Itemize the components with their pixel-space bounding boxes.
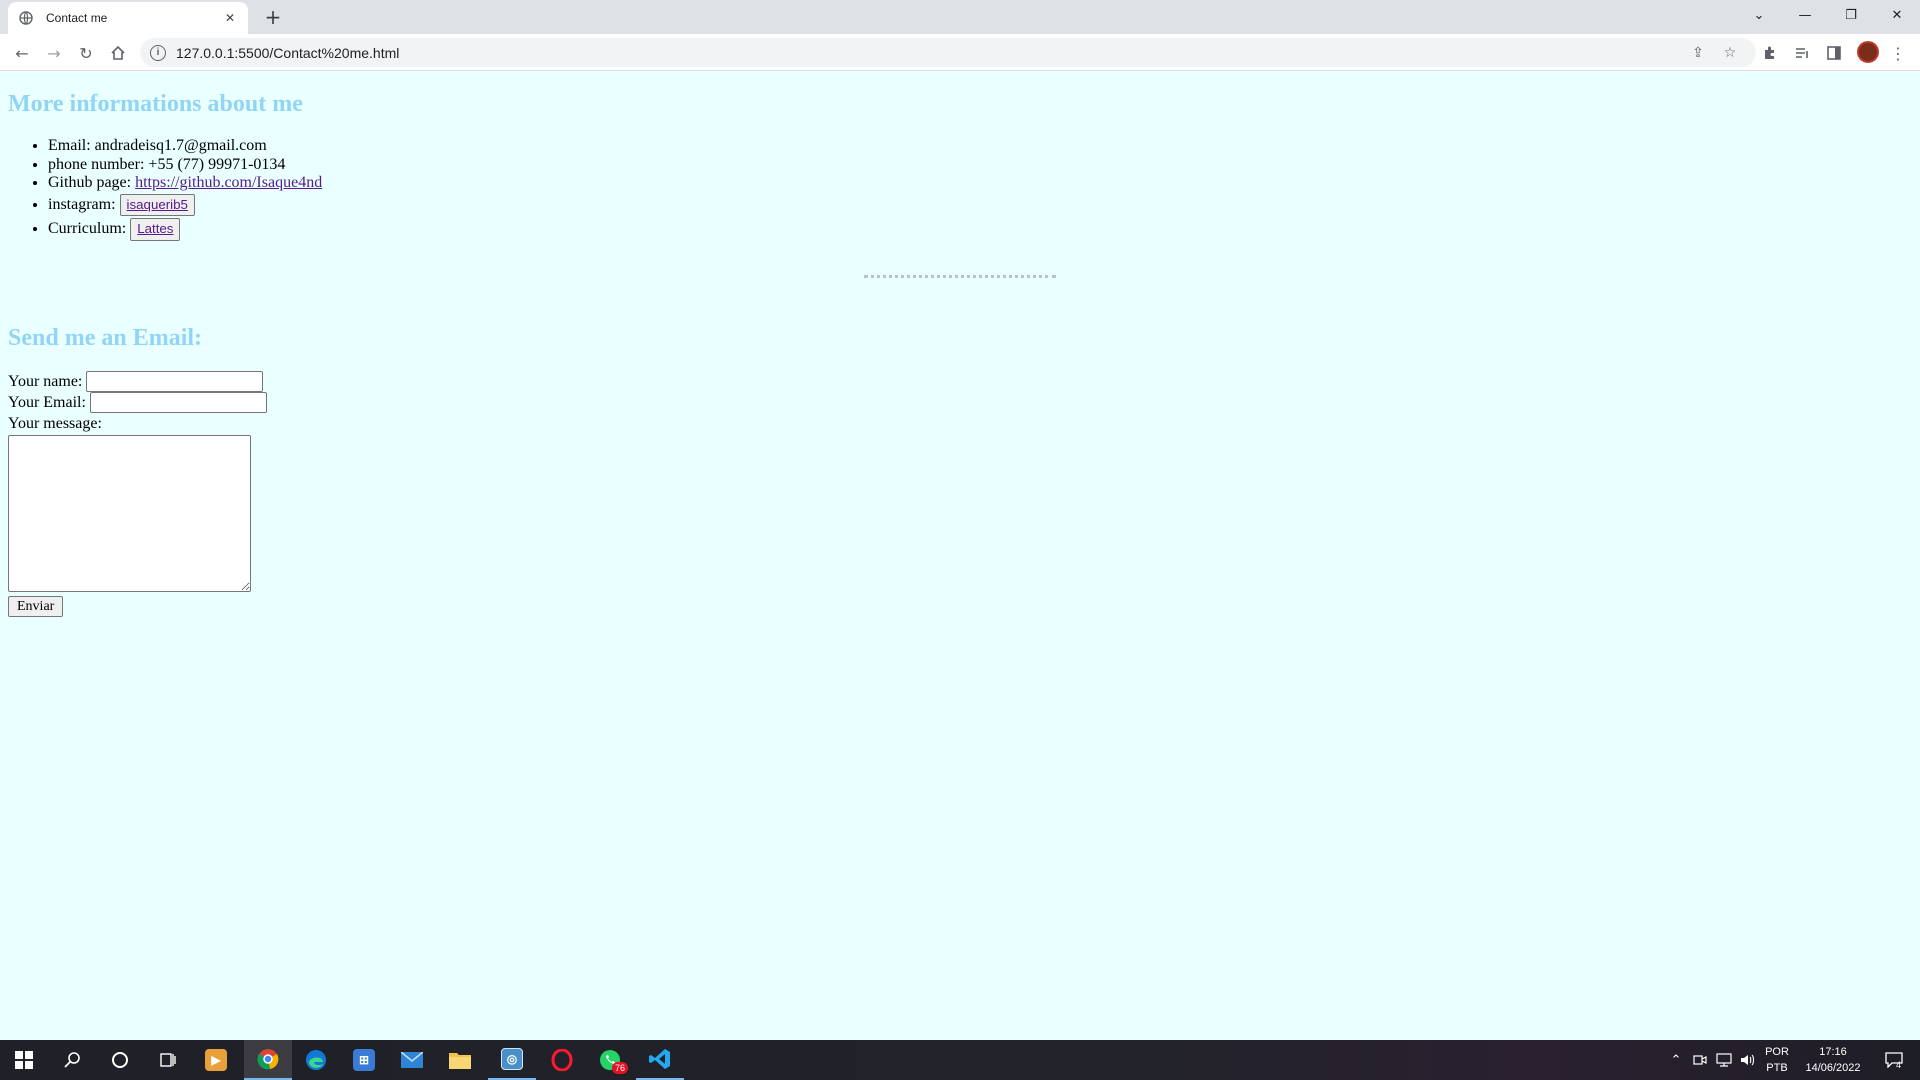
page-content: More informations about me Email: andrad… [0,71,1920,1040]
clock-time: 17:16 [1819,1046,1847,1058]
tab-strip: Contact me ✕ + ⌄ — ❐ ✕ [0,0,1920,34]
clock-date: 14/06/2022 [1805,1062,1861,1074]
home-icon[interactable] [104,39,132,67]
side-panel-icon[interactable] [1820,39,1848,67]
notification-count: 4 [1896,1060,1902,1070]
plus-icon[interactable]: + [260,5,286,29]
heading-email: Send me an Email: [8,325,203,351]
window-close-icon[interactable]: ✕ [1874,0,1920,30]
list-item-email: Email: andradeisq1.7@gmail.com [48,137,322,156]
name-label: Your name: [8,372,83,390]
globe-icon [18,10,34,26]
media-player-icon[interactable]: ▶ [192,1040,240,1080]
address-bar[interactable]: i 127.0.0.1:5500/Contact%20me.html ⇪ ☆ [140,38,1756,67]
close-icon[interactable]: ✕ [222,10,238,26]
list-item-github: Github page: https://github.com/Isaque4n… [48,174,322,193]
minimize-icon[interactable]: — [1782,0,1828,30]
vscode-icon[interactable] [636,1040,684,1080]
language-bottom: PTB [1766,1062,1788,1074]
email-input[interactable] [89,392,267,413]
chrome-icon[interactable] [244,1040,292,1080]
github-link[interactable]: https://github.com/Isaque4nd [135,174,322,191]
email-label: Your Email: [8,393,86,411]
clock[interactable]: 17:16 14/06/2022 [1798,1040,1868,1080]
tab-title: Contact me [46,11,108,25]
restore-icon[interactable]: ❐ [1828,0,1874,30]
whatsapp-icon[interactable]: 76 [586,1040,634,1080]
language-top: POR [1765,1046,1789,1058]
contact-info-list: Email: andradeisq1.7@gmail.com phone num… [48,137,322,242]
search-icon[interactable] [48,1040,96,1080]
dotted-divider [864,275,1056,278]
list-item-instagram: instagram: isaquerib5 [48,193,322,218]
message-label: Your message: [8,414,102,432]
meet-now-icon[interactable] [1688,1040,1712,1080]
message-row: Your message: [8,413,267,434]
instagram-button[interactable]: isaquerib5 [119,193,195,217]
reload-icon[interactable]: ↻ [72,39,100,67]
url-text[interactable]: 127.0.0.1:5500/Contact%20me.html [176,45,399,61]
volume-icon[interactable] [1736,1040,1760,1080]
name-input[interactable] [86,371,264,392]
email-form: Your name: Your Email: Your message: Env… [8,371,267,617]
opera-icon[interactable] [538,1040,586,1080]
chevron-up-icon[interactable]: ⌃ [1664,1040,1688,1080]
lattes-button[interactable]: Lattes [130,218,181,241]
arrow-left-icon[interactable]: ← [8,39,36,67]
browser-toolbar: ← → ↻ i 127.0.0.1:5500/Contact%20me.html… [0,34,1920,71]
cortana-icon[interactable] [96,1040,144,1080]
notifications-icon[interactable]: 4 [1876,1040,1912,1080]
mail-icon[interactable] [388,1040,436,1080]
puzzle-icon[interactable] [1756,39,1784,67]
kebab-menu-icon[interactable]: ⋮ [1884,39,1912,67]
network-icon[interactable] [1712,1040,1736,1080]
profile-avatar[interactable] [1857,41,1879,63]
store-icon[interactable]: ⊞ [340,1040,388,1080]
reading-list-icon[interactable] [1788,39,1816,67]
tab-contact-me[interactable]: Contact me ✕ [8,2,248,34]
share-icon[interactable]: ⇪ [1688,43,1708,63]
start-icon[interactable] [0,1040,48,1080]
file-explorer-icon[interactable] [436,1040,484,1080]
tab-search-chevron-icon[interactable]: ⌄ [1736,0,1782,30]
task-view-icon[interactable] [144,1040,192,1080]
list-item-curriculum: Curriculum: Lattes [48,217,322,242]
info-icon[interactable]: i [150,44,166,61]
message-textarea[interactable] [8,435,251,592]
edge-icon[interactable] [292,1040,340,1080]
heading-info: More informations about me [8,91,303,117]
whatsapp-badge: 76 [612,1062,629,1074]
name-row: Your name: [8,371,267,392]
submit-button[interactable]: Enviar [8,596,64,617]
arrow-right-icon[interactable]: → [40,39,68,67]
list-item-phone: phone number: +55 (77) 99971-0134 [48,156,322,175]
taskbar: ▶ ⊞ ◎ 76 ⌃ POR PTB 17:16 14/06/2022 4 [0,1040,1920,1080]
star-icon[interactable]: ☆ [1720,43,1740,63]
email-row: Your Email: [8,392,267,413]
language-indicator[interactable]: POR PTB [1762,1040,1792,1080]
app-icon[interactable]: ◎ [488,1040,536,1080]
